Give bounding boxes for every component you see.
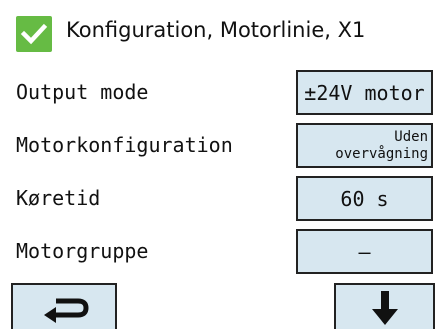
return-arrow-icon: [44, 298, 89, 323]
back-button[interactable]: [11, 283, 117, 329]
header: Konfiguration, Motorlinie, X1: [0, 0, 437, 66]
motorkonfiguration-value-line2: overvågning: [335, 145, 428, 162]
koretid-label: Køretid: [16, 186, 101, 210]
output-mode-label: Output mode: [16, 80, 149, 104]
motorgruppe-label: Motorgruppe: [16, 239, 149, 263]
motorkonfiguration-label: Motorkonfiguration: [16, 133, 233, 157]
output-mode-button[interactable]: ±24V motor: [296, 70, 433, 115]
row-motorkonfiguration: Motorkonfiguration Uden overvågning: [0, 119, 437, 172]
row-motorgruppe: Motorgruppe –: [0, 225, 437, 278]
checkmark-icon: [20, 23, 48, 45]
koretid-button[interactable]: 60 s: [296, 176, 433, 221]
next-button[interactable]: [334, 283, 435, 329]
arrow-down-icon: [372, 291, 398, 325]
config-screen: Konfiguration, Motorlinie, X1 Output mod…: [0, 0, 437, 329]
motorgruppe-button[interactable]: –: [296, 229, 433, 274]
row-output-mode: Output mode ±24V motor: [0, 66, 437, 119]
row-koretid: Køretid 60 s: [0, 172, 437, 225]
motorkonfiguration-value-line1: Uden: [394, 128, 428, 145]
page-title: Konfiguration, Motorlinie, X1: [66, 18, 366, 42]
enable-checkbox[interactable]: [16, 16, 52, 52]
motorkonfiguration-button[interactable]: Uden overvågning: [296, 123, 433, 168]
